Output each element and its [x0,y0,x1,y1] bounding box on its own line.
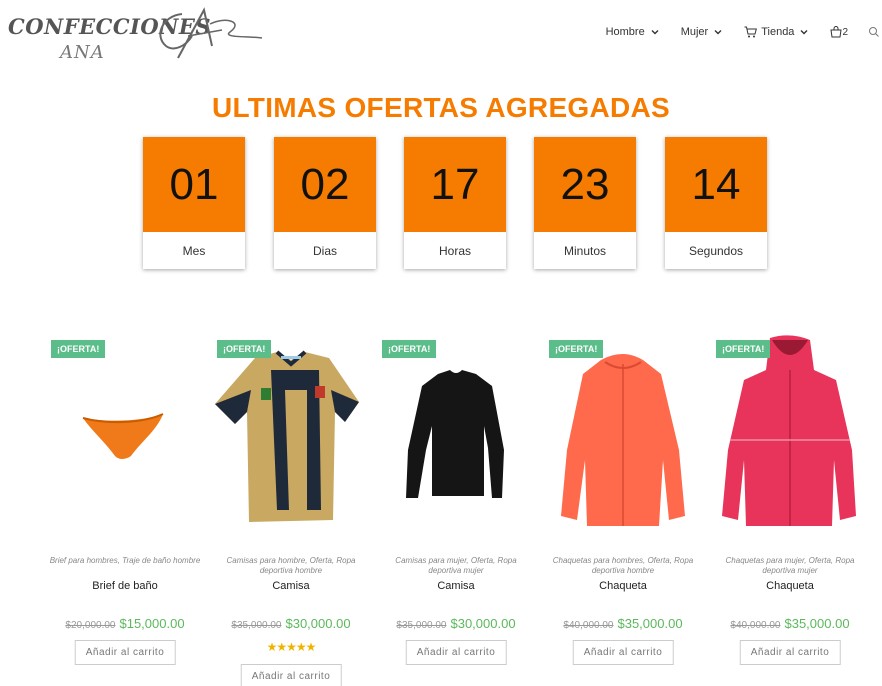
nav-label: Tienda [761,26,795,38]
product-card: ¡OFERTA! Chaquetas para hombres, Oferta,… [543,330,703,686]
nav-item-hombre[interactable]: Hombre [606,26,659,38]
sale-price: $30,000.00 [450,616,516,631]
product-card: ¡OFERTA! Brief para hombres, Traje de ba… [45,330,205,686]
brand-logo[interactable]: CONFECCIONES ANA [6,6,266,68]
product-name[interactable]: Chaqueta [710,580,870,592]
countdown-label: Horas [438,243,471,258]
sale-badge: ¡OFERTA! [382,340,437,358]
sale-price: $35,000.00 [784,616,850,631]
product-name[interactable]: Brief de baño [45,580,205,592]
sale-price: $15,000.00 [119,616,185,631]
countdown-seconds: 14 Segundos [665,137,767,269]
original-price: $40,000.00 [730,620,781,631]
countdown-value: 17 [404,137,506,232]
sale-badge: ¡OFERTA! [549,340,604,358]
product-name[interactable]: Chaqueta [543,580,703,592]
countdown-label: Segundos [688,243,744,258]
sale-price: $35,000.00 [617,616,683,631]
jacket-icon[interactable] [710,330,870,540]
jacket-icon[interactable] [543,330,703,540]
product-card: ¡OFERTA! Camisas para hombre, Oferta, Ro… [211,330,371,686]
countdown-days: 02 Dias [274,137,376,269]
cart-button[interactable]: 2 [830,26,848,38]
product-grid: ¡OFERTA! Brief para hombres, Traje de ba… [0,330,882,686]
shopping-cart-icon [744,26,758,38]
sale-price: $30,000.00 [285,616,351,631]
product-card: ¡OFERTA! Chaquetas para mujer, Oferta, R… [710,330,870,686]
product-categories: Camisas para mujer, Oferta, Ropa deporti… [395,556,517,575]
product-price: $40,000.00 $35,000.00 [710,616,870,631]
original-price: $40,000.00 [563,620,614,631]
shopping-bag-icon [830,26,843,38]
product-price: $40,000.00 $35,000.00 [543,616,703,631]
product-price: $35,000.00 $30,000.00 [211,616,371,631]
countdown-value: 01 [143,137,245,232]
product-card: ¡OFERTA! Camisas para mujer, Oferta, Rop… [376,330,536,686]
swim-brief-icon[interactable] [45,330,205,540]
chevron-down-icon [714,30,722,35]
nav-item-tienda[interactable]: Tienda [744,26,808,38]
page-title: ULTIMAS OFERTAS AGREGADAS [211,92,671,123]
sale-badge: ¡OFERTA! [51,340,106,358]
nav-label: Hombre [605,26,645,38]
chevron-down-icon [651,30,659,35]
add-to-cart-button[interactable]: Añadir al carrito [405,640,507,665]
cart-count: 2 [842,26,848,38]
nav-label: Mujer [680,26,709,38]
original-price: $35,000.00 [231,620,282,631]
original-price: $20,000.00 [65,620,116,631]
countdown-value: 02 [274,137,376,232]
countdown-minutes: 23 Minutos [534,137,636,269]
jersey-icon[interactable] [211,330,371,540]
add-to-cart-button[interactable]: Añadir al carrito [739,640,841,665]
product-categories: Chaquetas para mujer, Oferta, Ropa depor… [725,556,855,575]
product-categories: Chaquetas para hombres, Oferta, Ropa dep… [552,556,694,575]
logo-monogram-icon [159,7,263,59]
product-name[interactable]: Camisa [211,580,371,592]
add-to-cart-button[interactable]: Añadir al carrito [240,664,342,686]
countdown-hours: 17 Horas [404,137,506,269]
star-rating: ★★★★★ [266,640,317,654]
product-categories: Camisas para hombre, Oferta, Ropa deport… [226,556,356,575]
countdown-value: 14 [665,137,767,232]
product-categories: Brief para hombres, Traje de baño hombre [49,556,201,565]
search-icon[interactable] [868,26,880,38]
product-price: $35,000.00 $30,000.00 [376,616,536,631]
nav-item-mujer[interactable]: Mujer [681,26,723,38]
site-header: CONFECCIONES ANA Hombre Mujer Tienda 2 [0,0,882,72]
main-nav: Hombre Mujer Tienda 2 [606,22,882,42]
countdown-label: Mes [182,243,206,258]
long-sleeve-shirt-icon[interactable] [376,330,536,540]
add-to-cart-button[interactable]: Añadir al carrito [74,640,176,665]
product-price: $20,000.00 $15,000.00 [45,616,205,631]
sale-badge: ¡OFERTA! [716,340,771,358]
product-name[interactable]: Camisa [376,580,536,592]
countdown-months: 01 Mes [143,137,245,269]
countdown-label: Minutos [563,243,607,258]
chevron-down-icon [800,30,808,35]
original-price: $35,000.00 [396,620,447,631]
brand-subname: ANA [60,42,105,63]
add-to-cart-button[interactable]: Añadir al carrito [572,640,674,665]
countdown-value: 23 [534,137,636,232]
countdown-timer: 01 Mes 02 Dias 17 Horas 23 Minutos 14 Se… [0,137,882,271]
sale-badge: ¡OFERTA! [217,340,272,358]
countdown-label: Dias [312,243,337,258]
